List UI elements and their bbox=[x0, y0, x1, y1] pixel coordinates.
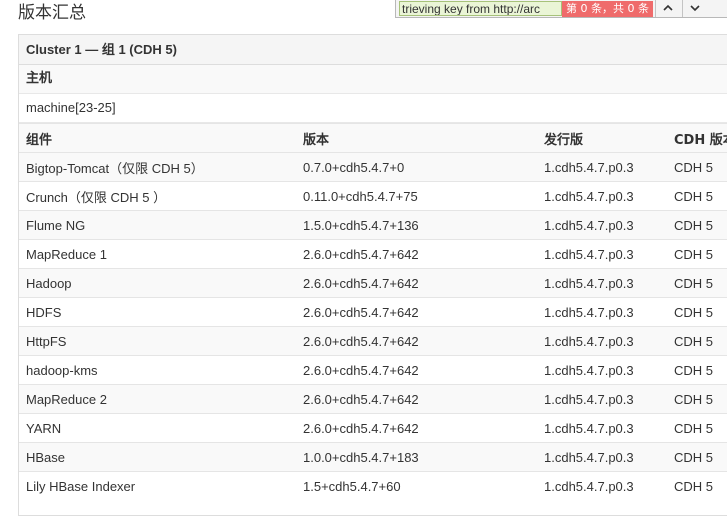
cell-component: Flume NG bbox=[19, 210, 296, 240]
cell-component: Bigtop-Tomcat（仅限 CDH 5） bbox=[19, 152, 296, 182]
table-row: hadoop-kms 2.6.0+cdh5.4.7+642 1.cdh5.4.7.p… bbox=[19, 355, 727, 385]
cell-release: 1.cdh5.4.7.p0.3 bbox=[537, 268, 667, 298]
cell-release: 1.cdh5.4.7.p0.3 bbox=[537, 152, 667, 182]
cell-release: 1.cdh5.4.7.p0.3 bbox=[537, 181, 667, 211]
table-row: MapReduce 2 2.6.0+cdh5.4.7+642 1.cdh5.4.7.… bbox=[19, 384, 727, 414]
table-row: Crunch（仅限 CDH 5 ） 0.11.0+cdh5.4.7+75 1.cdh… bbox=[19, 181, 727, 211]
cell-release: 1.cdh5.4.7.p0.3 bbox=[537, 239, 667, 269]
cell-version: 2.6.0+cdh5.4.7+642 bbox=[296, 239, 537, 269]
cell-version: 0.7.0+cdh5.4.7+0 bbox=[296, 152, 537, 182]
cell-component: Lily HBase Indexer bbox=[19, 471, 296, 500]
cell-component: MapReduce 1 bbox=[19, 239, 296, 269]
cell-cdh-version: CDH 5 bbox=[667, 384, 727, 414]
cluster-version-panel: Cluster 1 — 组 1 (CDH 5) 主机 machine[23-25… bbox=[18, 34, 727, 516]
column-header-cdh-version: CDH 版本 bbox=[667, 123, 727, 153]
table-row: MapReduce 1 2.6.0+cdh5.4.7+642 1.cdh5.4.7.… bbox=[19, 239, 727, 269]
cell-version: 1.0.0+cdh5.4.7+183 bbox=[296, 442, 537, 472]
cell-release: 1.cdh5.4.7.p0.3 bbox=[537, 355, 667, 385]
cell-cdh-version: CDH 5 bbox=[667, 326, 727, 356]
chevron-down-icon bbox=[690, 5, 700, 12]
cell-cdh-version: CDH 5 bbox=[667, 181, 727, 211]
find-input[interactable]: trieving key from http://arc bbox=[399, 1, 562, 16]
table-row: Bigtop-Tomcat（仅限 CDH 5） 0.7.0+cdh5.4.7+0 1… bbox=[19, 152, 727, 182]
column-header-component: 组件 bbox=[19, 123, 296, 153]
component-version-table: 组件 版本 发行版 CDH 版本 Bigtop-Tomcat（仅限 CDH 5）… bbox=[19, 123, 727, 500]
cell-component: MapReduce 2 bbox=[19, 384, 296, 414]
table-header-row: 组件 版本 发行版 CDH 版本 bbox=[19, 123, 727, 153]
table-row: Lily HBase Indexer 1.5+cdh5.4.7+60 1.cdh5.… bbox=[19, 471, 727, 500]
hosts-value: machine[23-25] bbox=[19, 94, 727, 123]
table-row: HBase 1.0.0+cdh5.4.7+183 1.cdh5.4.7.p0.3 CD… bbox=[19, 442, 727, 472]
cell-version: 1.5+cdh5.4.7+60 bbox=[296, 471, 537, 500]
cell-version: 2.6.0+cdh5.4.7+642 bbox=[296, 355, 537, 385]
find-previous-button[interactable] bbox=[654, 0, 680, 17]
cell-component: HttpFS bbox=[19, 326, 296, 356]
find-match-count: 第 0 条，共 0 条 bbox=[562, 1, 653, 17]
cluster-header: Cluster 1 — 组 1 (CDH 5) bbox=[19, 35, 727, 65]
cell-release: 1.cdh5.4.7.p0.3 bbox=[537, 297, 667, 327]
hosts-label: 主机 bbox=[19, 65, 727, 94]
cell-version: 2.6.0+cdh5.4.7+642 bbox=[296, 413, 537, 443]
cell-cdh-version: CDH 5 bbox=[667, 471, 727, 500]
cell-version: 2.6.0+cdh5.4.7+642 bbox=[296, 326, 537, 356]
cell-component: hadoop-kms bbox=[19, 355, 296, 385]
cell-release: 1.cdh5.4.7.p0.3 bbox=[537, 471, 667, 500]
find-next-button[interactable] bbox=[681, 0, 707, 17]
cell-cdh-version: CDH 5 bbox=[667, 210, 727, 240]
cell-cdh-version: CDH 5 bbox=[667, 268, 727, 298]
cell-cdh-version: CDH 5 bbox=[667, 239, 727, 269]
find-bar: trieving key from http://arc 第 0 条，共 0 条 bbox=[395, 0, 727, 18]
cell-cdh-version: CDH 5 bbox=[667, 297, 727, 327]
cell-component: Crunch（仅限 CDH 5 ） bbox=[19, 181, 296, 211]
cell-release: 1.cdh5.4.7.p0.3 bbox=[537, 384, 667, 414]
page-title: 版本汇总 bbox=[18, 3, 86, 23]
cell-cdh-version: CDH 5 bbox=[667, 152, 727, 182]
table-row: Flume NG 1.5.0+cdh5.4.7+136 1.cdh5.4.7.p0.… bbox=[19, 210, 727, 240]
cell-version: 0.11.0+cdh5.4.7+75 bbox=[296, 181, 537, 211]
table-row: Hadoop 2.6.0+cdh5.4.7+642 1.cdh5.4.7.p0.3 C… bbox=[19, 268, 727, 298]
cell-version: 2.6.0+cdh5.4.7+642 bbox=[296, 384, 537, 414]
column-header-release: 发行版 bbox=[537, 123, 667, 153]
cell-component: Hadoop bbox=[19, 268, 296, 298]
cell-version: 1.5.0+cdh5.4.7+136 bbox=[296, 210, 537, 240]
chevron-up-icon bbox=[663, 4, 673, 11]
cell-release: 1.cdh5.4.7.p0.3 bbox=[537, 442, 667, 472]
cell-release: 1.cdh5.4.7.p0.3 bbox=[537, 413, 667, 443]
cell-component: HDFS bbox=[19, 297, 296, 327]
cell-component: HBase bbox=[19, 442, 296, 472]
table-row: YARN 2.6.0+cdh5.4.7+642 1.cdh5.4.7.p0.3 CDH… bbox=[19, 413, 727, 443]
cell-release: 1.cdh5.4.7.p0.3 bbox=[537, 326, 667, 356]
table-row: HDFS 2.6.0+cdh5.4.7+642 1.cdh5.4.7.p0.3 CDH… bbox=[19, 297, 727, 327]
cell-version: 2.6.0+cdh5.4.7+642 bbox=[296, 297, 537, 327]
cell-version: 2.6.0+cdh5.4.7+642 bbox=[296, 268, 537, 298]
column-header-version: 版本 bbox=[296, 123, 537, 153]
cell-component: YARN bbox=[19, 413, 296, 443]
cell-cdh-version: CDH 5 bbox=[667, 355, 727, 385]
table-row: HttpFS 2.6.0+cdh5.4.7+642 1.cdh5.4.7.p0.3 C… bbox=[19, 326, 727, 356]
cell-cdh-version: CDH 5 bbox=[667, 413, 727, 443]
cell-release: 1.cdh5.4.7.p0.3 bbox=[537, 210, 667, 240]
cell-cdh-version: CDH 5 bbox=[667, 442, 727, 472]
